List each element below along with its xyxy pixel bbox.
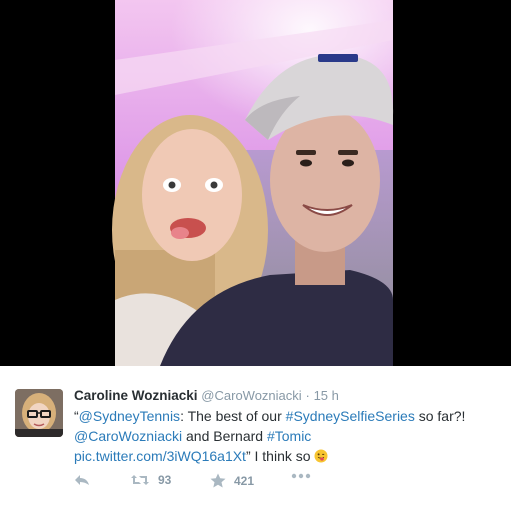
separator: · bbox=[305, 388, 310, 403]
retweet-icon bbox=[131, 475, 149, 485]
more-button[interactable] bbox=[291, 473, 311, 479]
star-icon bbox=[210, 473, 226, 488]
mention-carowozniacki[interactable]: @CaroWozniacki bbox=[74, 428, 182, 444]
text-part: : The best of our bbox=[180, 408, 286, 424]
favorite-count: 421 bbox=[234, 473, 255, 488]
hashtag-tomic[interactable]: #Tomic bbox=[267, 428, 311, 444]
reply-button[interactable] bbox=[74, 473, 90, 487]
tweet-header: Caroline Wozniacki @CaroWozniacki · 15 h bbox=[74, 387, 339, 405]
tweet-text: “@SydneyTennis: The best of our #SydneyS… bbox=[74, 406, 494, 466]
avatar-image bbox=[15, 389, 63, 437]
retweet-count: 93 bbox=[158, 473, 172, 487]
author-handle[interactable]: @CaroWozniacki bbox=[201, 388, 301, 403]
hashtag-sydneyselfieseries[interactable]: #SydneySelfieSeries bbox=[286, 408, 415, 424]
author-name[interactable]: Caroline Wozniacki bbox=[74, 388, 198, 403]
tweet-photo[interactable] bbox=[0, 0, 511, 366]
tweet-card: Caroline Wozniacki @CaroWozniacki · 15 h… bbox=[0, 366, 511, 508]
retweet-button[interactable]: 93 bbox=[130, 473, 171, 487]
text-part: and Bernard bbox=[182, 428, 267, 444]
reply-icon bbox=[75, 475, 89, 485]
timestamp[interactable]: 15 h bbox=[314, 388, 339, 403]
avatar[interactable] bbox=[15, 389, 63, 437]
tongue-winking-emoji bbox=[314, 449, 328, 463]
more-dots-icon bbox=[291, 473, 311, 479]
selfie-photo bbox=[112, 0, 394, 366]
pic-link[interactable]: pic.twitter.com/3iWQ16a1Xt bbox=[74, 448, 246, 464]
text-part: so far?! bbox=[414, 408, 466, 424]
mention-sydneytennis[interactable]: @SydneyTennis bbox=[79, 408, 180, 424]
text-part: ” I think so bbox=[245, 448, 315, 464]
favorite-button[interactable]: 421 bbox=[210, 473, 254, 488]
